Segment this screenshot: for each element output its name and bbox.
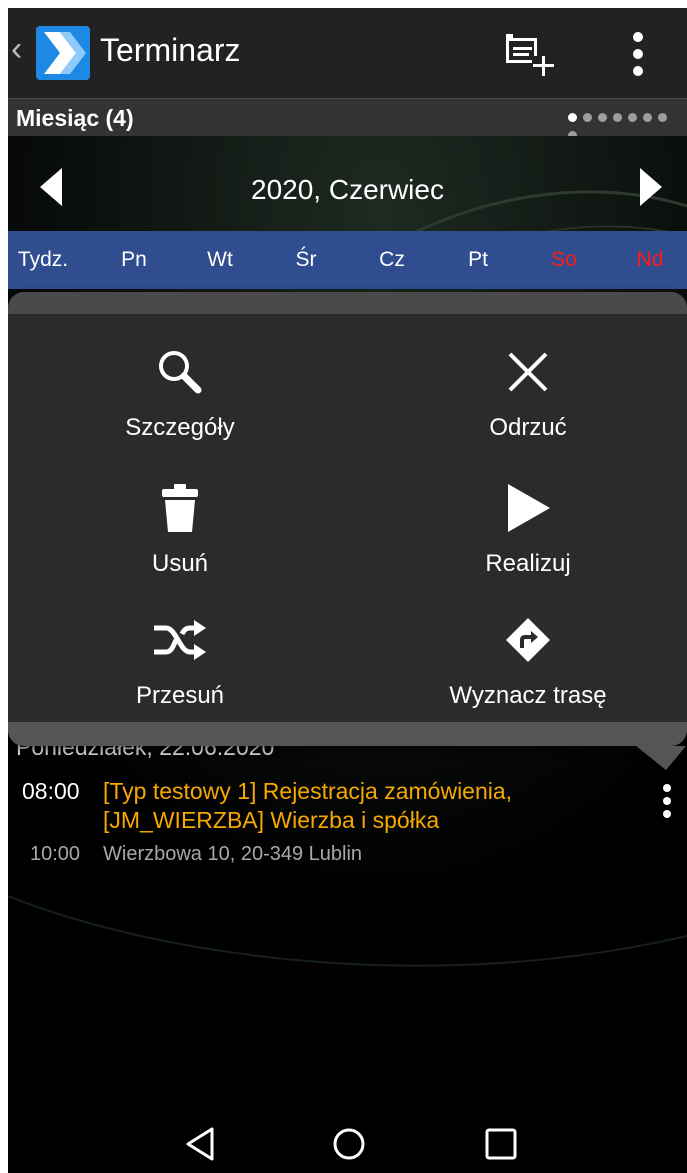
weekday-fri: Pt	[468, 248, 488, 271]
menu-route-button[interactable]: Wyznacz trasę	[378, 604, 678, 734]
event-end-time: 10:00	[30, 843, 81, 865]
play-icon	[508, 484, 550, 532]
menu-move-label: Przesuń	[135, 682, 225, 709]
event-address: Wierzbowa 10, 20-349 Lublin	[103, 843, 363, 865]
menu-reject-button[interactable]: Odrzuć	[378, 336, 678, 466]
weekday-mon: Pn	[121, 248, 147, 271]
recents-icon[interactable]	[478, 1121, 524, 1167]
weekday-sat: So	[551, 248, 577, 271]
weekday-tue: Wt	[207, 248, 233, 271]
weekday-header: Tydz. Pn Wt Śr Cz Pt So Nd	[8, 231, 687, 289]
menu-route-label: Wyznacz trasę	[449, 682, 607, 709]
overflow-menu-icon[interactable]	[614, 26, 662, 82]
weekday-sun: Nd	[636, 248, 664, 271]
menu-execute-button[interactable]: Realizuj	[378, 472, 678, 602]
month-label: 2020, Czerwiec	[251, 174, 444, 205]
event-start-time: 08:00	[22, 778, 80, 804]
add-view-icon[interactable]	[498, 26, 558, 82]
menu-details-label: Szczegóły	[125, 414, 235, 441]
event-title-line2: [JM_WIERZBA] Wierzba i spółka	[103, 807, 440, 833]
context-menu-popup: Szczegóły Odrzuć Usuń Realizuj Przesuń W…	[8, 292, 687, 746]
menu-delete-button[interactable]: Usuń	[30, 472, 330, 602]
menu-delete-label: Usuń	[151, 550, 209, 577]
weekday-week: Tydz.	[17, 248, 69, 271]
menu-execute-label: Realizuj	[485, 550, 571, 577]
month-navigation: 2020, Czerwiec	[8, 136, 687, 231]
event-more-icon[interactable]	[656, 778, 680, 828]
next-month-icon[interactable]	[636, 166, 666, 208]
back-chevron-icon[interactable]: ‹	[11, 30, 22, 69]
app-title: Terminarz	[100, 32, 241, 68]
popup-top-edge	[8, 292, 687, 314]
directions-icon	[506, 618, 550, 662]
home-icon[interactable]	[326, 1121, 372, 1167]
weekday-thu: Cz	[379, 248, 405, 271]
menu-move-button[interactable]: Przesuń	[30, 604, 330, 734]
system-nav-bar	[8, 1113, 687, 1173]
close-icon	[508, 352, 548, 392]
weekday-wed: Śr	[295, 248, 317, 271]
popup-bottom-edge	[8, 722, 687, 746]
search-icon	[159, 351, 202, 394]
screen: ‹ Terminarz Miesiąc (4) 2020, Czerwiec T…	[8, 8, 687, 1173]
event-title-line1: [Typ testowy 1] Rejestracja zamówienia,	[103, 778, 513, 804]
page-indicator	[568, 113, 687, 140]
menu-reject-label: Odrzuć	[489, 414, 567, 441]
app-logo-icon[interactable]	[36, 26, 90, 80]
view-title: Miesiąc (4)	[16, 105, 134, 131]
trash-icon	[162, 484, 198, 532]
shuffle-icon	[154, 620, 206, 660]
menu-details-button[interactable]: Szczegóły	[30, 336, 330, 466]
view-title-bar: Miesiąc (4)	[8, 98, 687, 140]
back-icon[interactable]	[178, 1121, 224, 1167]
popup-pointer	[636, 746, 686, 770]
action-bar: ‹ Terminarz	[8, 8, 687, 98]
